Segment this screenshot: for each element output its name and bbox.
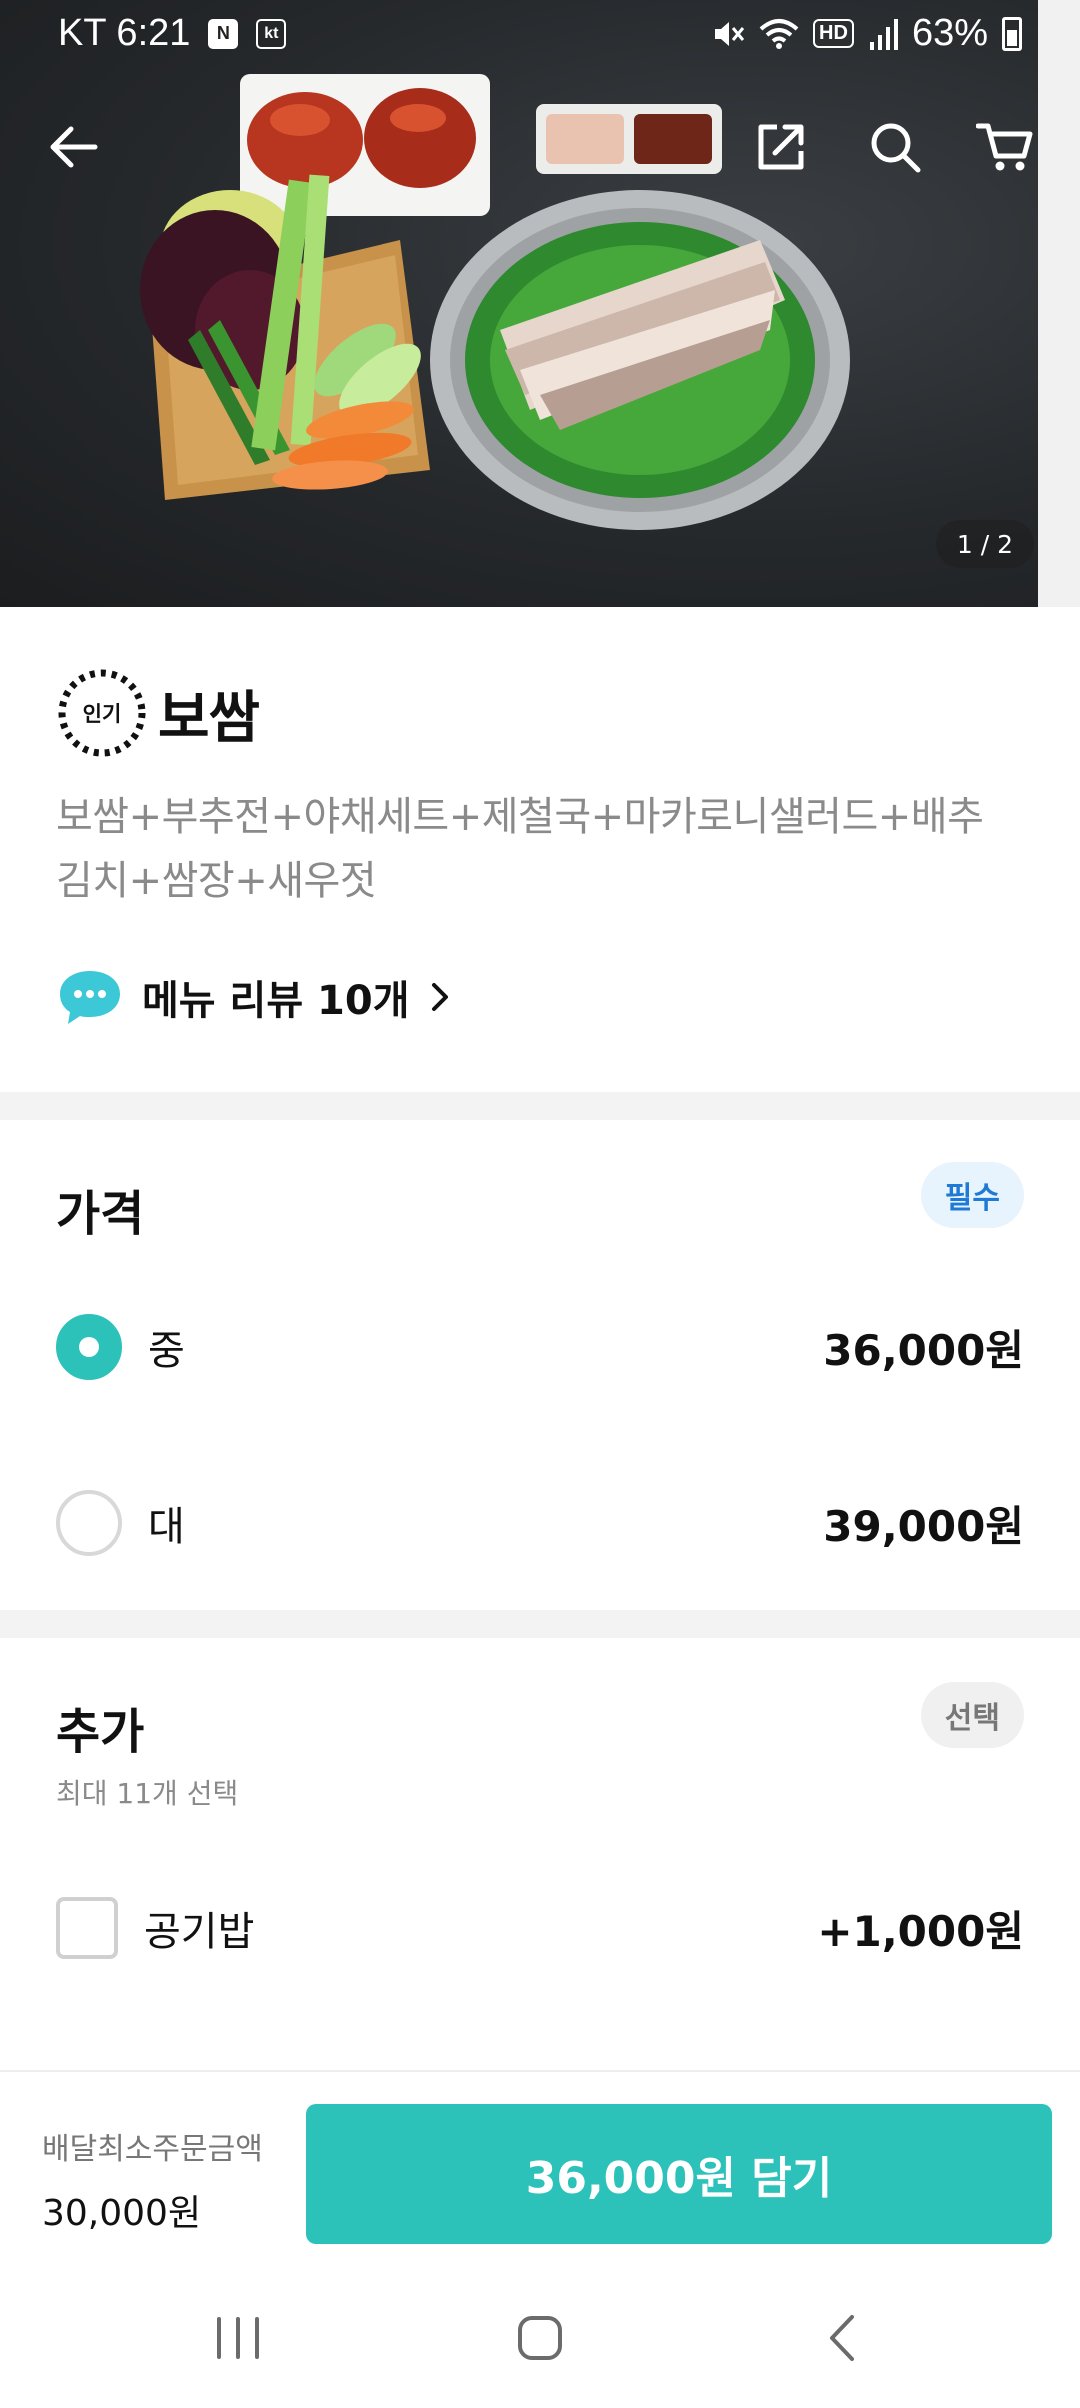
mute-icon bbox=[715, 21, 745, 46]
photo-page-indicator: 1 / 2 bbox=[936, 520, 1034, 568]
price-option-large[interactable]: 대 39,000원 bbox=[56, 1478, 1024, 1568]
system-back-icon bbox=[830, 2315, 854, 2361]
required-tag: 필수 bbox=[920, 1162, 1024, 1228]
recent-apps-icon bbox=[217, 2317, 259, 2359]
addon-section: 추가 선택 최대 11개 선택 공기밥 +1,000원 bbox=[0, 1638, 1080, 2070]
order-bar: 배달최소주문금액 30,000원 36,000원 담기 bbox=[0, 2070, 1080, 2270]
home-icon bbox=[518, 2316, 562, 2360]
price-section-title: 가격 bbox=[56, 1186, 145, 1242]
naver-notification-icon: N bbox=[208, 18, 239, 49]
option-label: 대 bbox=[148, 1504, 185, 1550]
search-button[interactable] bbox=[860, 112, 930, 182]
wifi-icon bbox=[759, 18, 799, 49]
hero-edge-strip bbox=[1038, 0, 1080, 607]
section-divider bbox=[0, 1610, 1080, 1638]
menu-title: 보쌈 bbox=[158, 685, 260, 751]
popular-badge-label: 인기 bbox=[82, 702, 122, 726]
option-price: 36,000원 bbox=[823, 1325, 1024, 1375]
chevron-right-icon bbox=[431, 983, 448, 1011]
add-to-cart-button[interactable]: 36,000원 담기 bbox=[306, 2104, 1052, 2244]
optional-tag: 선택 bbox=[920, 1682, 1024, 1748]
share-icon bbox=[758, 124, 804, 170]
back-button[interactable] bbox=[38, 112, 108, 182]
menu-description-line: 김치+쌈장+새우젓 bbox=[56, 858, 377, 904]
popular-badge: 인기 bbox=[56, 667, 148, 759]
menu-photo[interactable]: KT 6:21 N kt HD 63% 1 / 2 bbox=[0, 0, 1080, 607]
section-divider bbox=[0, 1092, 1080, 1120]
menu-description: 보쌈+부추전+야채세트+제철국+마카로니샐러드+배추 김치+쌈장+새우젓 bbox=[56, 785, 1036, 913]
status-bar: KT 6:21 N kt HD 63% bbox=[0, 0, 1040, 70]
share-button[interactable] bbox=[746, 112, 816, 182]
carrier-time: KT 6:21 bbox=[58, 12, 191, 54]
radio-unselected[interactable] bbox=[56, 1490, 122, 1556]
cart-icon bbox=[976, 123, 1033, 171]
recent-apps-button[interactable] bbox=[188, 2298, 288, 2378]
back-arrow-icon bbox=[50, 126, 98, 168]
option-price: 39,000원 bbox=[823, 1501, 1024, 1551]
menu-info: 인기 보쌈 보쌈+부추전+야채세트+제철국+마카로니샐러드+배추 김치+쌈장+새… bbox=[0, 607, 1080, 1092]
min-order-label: 배달최소주문금액 bbox=[42, 2132, 263, 2167]
hd-icon: HD bbox=[813, 19, 854, 48]
min-order-value: 30,000원 bbox=[42, 2193, 202, 2234]
menu-review-link[interactable]: 메뉴 리뷰 10개 bbox=[56, 967, 452, 1027]
price-section: 가격 필수 중 36,000원 대 39,000원 bbox=[0, 1120, 1080, 1610]
system-nav-bar bbox=[0, 2270, 1080, 2408]
addon-option-rice[interactable]: 공기밥 +1,000원 bbox=[56, 1883, 1024, 1973]
checkbox-unchecked[interactable] bbox=[56, 1897, 118, 1959]
price-option-medium[interactable]: 중 36,000원 bbox=[56, 1302, 1024, 1392]
addon-section-title: 추가 bbox=[56, 1704, 145, 1760]
food-photo-illustration bbox=[140, 74, 850, 530]
speech-bubble-icon bbox=[60, 971, 120, 1024]
home-button[interactable] bbox=[490, 2298, 590, 2378]
menu-review-label: 메뉴 리뷰 10개 bbox=[142, 978, 410, 1024]
radio-selected[interactable] bbox=[56, 1314, 122, 1380]
signal-icon bbox=[869, 18, 898, 50]
option-label: 공기밥 bbox=[144, 1909, 255, 1955]
battery-icon bbox=[1002, 16, 1022, 51]
menu-description-line: 보쌈+부추전+야채세트+제철국+마카로니샐러드+배추 bbox=[56, 794, 984, 840]
option-price: +1,000원 bbox=[817, 1906, 1024, 1956]
system-back-button[interactable] bbox=[792, 2298, 892, 2378]
addon-section-subtitle: 최대 11개 선택 bbox=[56, 1777, 239, 1810]
option-label: 중 bbox=[148, 1328, 185, 1374]
battery-percent: 63% bbox=[911, 12, 988, 54]
kt-notification-icon: kt bbox=[256, 18, 287, 49]
cart-button[interactable] bbox=[970, 112, 1040, 182]
search-icon bbox=[871, 123, 921, 173]
